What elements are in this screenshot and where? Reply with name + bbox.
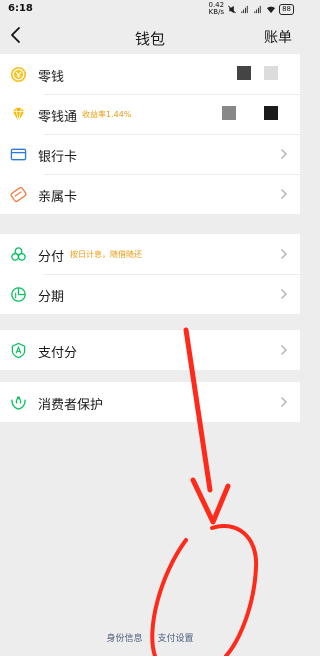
clover-icon: [11, 247, 26, 261]
list-item-label: 亲属卡: [38, 190, 78, 205]
nav-bar: 钱包 账单: [0, 18, 300, 54]
chevron-right-icon: [281, 345, 287, 355]
redaction-block: [222, 106, 236, 120]
pay-score-icon: [11, 342, 26, 359]
diamond-icon: [12, 107, 25, 122]
list-item-consumer-protection[interactable]: 消费者保护: [0, 382, 300, 422]
identity-info-link[interactable]: 身份信息: [107, 634, 143, 644]
battery-indicator: 88: [279, 3, 294, 15]
pay-score-section: 支付分: [0, 330, 300, 370]
chevron-right-icon: [281, 289, 287, 299]
interest-tag: 按日计息，随借随还: [70, 250, 142, 259]
list-item-label: 分付: [38, 250, 65, 265]
redaction-block: [264, 106, 278, 120]
status-icons: 0.42 KB/s 88: [208, 2, 294, 16]
mute-icon: [228, 5, 236, 13]
wifi-icon: [267, 6, 276, 13]
annotation-arrow-head: [190, 477, 231, 525]
consumer-protection-section: 消费者保护: [0, 382, 300, 422]
status-time: 6:18: [8, 3, 33, 14]
list-item-pay-score[interactable]: 支付分: [0, 330, 300, 370]
status-bar: 6:18 0.42 KB/s 88: [0, 0, 300, 18]
network-speed: 0.42 KB/s: [208, 1, 225, 16]
family-card-icon: [10, 186, 27, 203]
list-item-label: 零钱: [38, 70, 65, 85]
coin-icon: [10, 66, 27, 83]
list-item-label: 分期: [38, 290, 65, 305]
page-title: 钱包: [134, 30, 165, 48]
chevron-right-icon: [281, 249, 287, 259]
list-item-label: 零钱通: [38, 110, 78, 125]
list-item-label: 银行卡: [38, 150, 78, 165]
redaction-block: [264, 66, 278, 80]
balance-section: 零钱 零钱通 收益率1.44% 银行卡 亲属卡: [0, 54, 300, 214]
shield-hands-icon: [11, 396, 26, 410]
list-item-bank-card[interactable]: 银行卡: [0, 134, 300, 174]
list-item-installment[interactable]: 分期: [0, 274, 300, 314]
chevron-right-icon: [281, 189, 287, 199]
list-item-lingqiantong[interactable]: 零钱通 收益率1.44%: [0, 94, 300, 134]
bill-button[interactable]: 账单: [264, 27, 292, 47]
yield-rate-tag: 收益率1.44%: [82, 110, 132, 119]
signal-icon-2: [254, 5, 261, 13]
list-item-change[interactable]: 零钱: [0, 54, 300, 94]
pay-settings-link[interactable]: 支付设置: [157, 634, 193, 644]
chevron-right-icon: [281, 149, 287, 159]
footer-links: 身份信息 支付设置: [0, 631, 300, 644]
list-item-fenfu[interactable]: 分付 按日计息，随借随还: [0, 234, 300, 274]
signal-icon: [241, 5, 248, 13]
bank-card-icon: [10, 148, 27, 161]
chevron-right-icon: [281, 397, 287, 407]
installment-icon: [11, 287, 26, 302]
list-item-label: 支付分: [38, 346, 78, 361]
list-item-label: 消费者保护: [38, 398, 104, 413]
credit-section: 分付 按日计息，随借随还 分期: [0, 234, 300, 314]
redaction-block: [237, 66, 251, 80]
list-item-family-card[interactable]: 亲属卡: [0, 174, 300, 214]
